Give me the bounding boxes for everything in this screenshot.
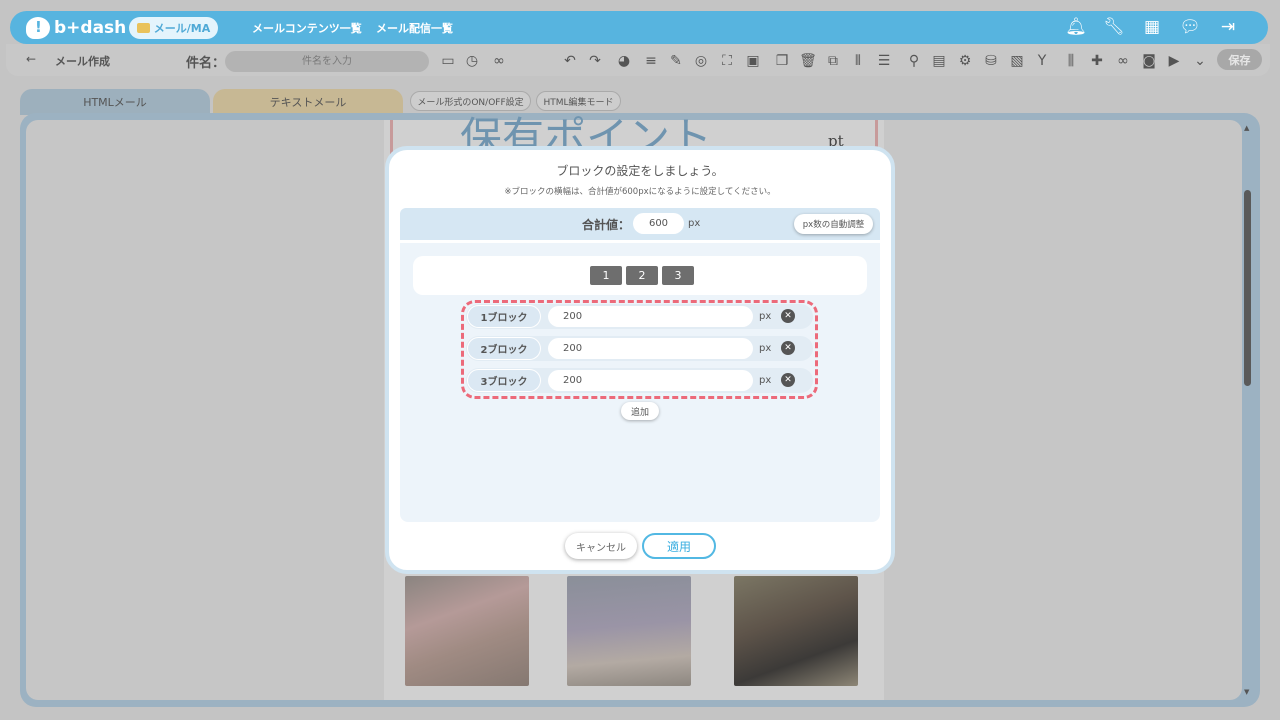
branch-icon[interactable]: Y xyxy=(1032,51,1052,71)
back-arrow-icon[interactable]: ← xyxy=(26,52,36,66)
undo-icon[interactable]: ↶ xyxy=(560,51,580,71)
grid-icon[interactable]: ▦ xyxy=(1140,15,1164,39)
text-align-icon[interactable]: ≡ xyxy=(641,51,661,71)
bell-icon[interactable]: 🔔︎ xyxy=(1064,15,1088,39)
tab-text-mail[interactable]: テキストメール xyxy=(213,89,403,115)
block-highlight-outline xyxy=(461,300,818,399)
schedule-icon[interactable]: ◷ xyxy=(462,51,482,71)
hyperlink-icon[interactable]: ⚲ xyxy=(904,51,924,71)
nav-mail-content-list[interactable]: メールコンテンツ一覧 xyxy=(252,20,362,36)
envelope-icon xyxy=(136,23,150,33)
save-button[interactable]: 保存 xyxy=(1217,49,1262,70)
subject-input[interactable] xyxy=(225,51,429,72)
total-unit: px xyxy=(688,218,701,229)
nav-mail-delivery-list[interactable]: メール配信一覧 xyxy=(376,20,453,36)
settings-icon[interactable]: ⚙ xyxy=(955,51,975,71)
barcode-icon[interactable]: ⫼ xyxy=(1061,51,1081,71)
mail-photo-2 xyxy=(567,576,691,686)
subject-label: 件名： xyxy=(186,56,226,71)
rows-icon[interactable]: ☰ xyxy=(874,51,894,71)
copy-icon[interactable]: ❐ xyxy=(772,51,792,71)
modal-note: ※ブロックの横幅は、合計値が600pxになるように設定してください。 xyxy=(504,187,776,197)
add-block-icon[interactable]: ✚ xyxy=(1087,51,1107,71)
chevron-down-icon[interactable]: ⌄ xyxy=(1190,51,1210,71)
mail-photo-3 xyxy=(734,576,858,686)
auto-adjust-button[interactable]: px数の自動調整 xyxy=(794,214,873,234)
calendar-icon[interactable]: ▤ xyxy=(929,51,949,71)
scroll-down-icon[interactable]: ▼ xyxy=(1244,688,1249,696)
block-count-1-button[interactable]: 1 xyxy=(590,266,622,285)
wrench-icon[interactable]: 🔧︎ xyxy=(1102,15,1126,39)
nav-mail-ma[interactable]: メール/MA xyxy=(129,17,218,39)
block-count-2-button[interactable]: 2 xyxy=(626,266,658,285)
link-icon[interactable]: ∞ xyxy=(489,51,509,71)
trash-icon[interactable]: 🗑︎ xyxy=(798,51,818,71)
apply-button[interactable]: 適用 xyxy=(642,533,716,559)
preview-icon[interactable]: ▭ xyxy=(438,51,458,71)
columns-icon[interactable]: ⫴ xyxy=(848,51,868,71)
top-icon-group: 🔔︎ 🔧︎ ▦ 💬︎ ⇥ xyxy=(1064,15,1240,39)
tab-html-mail[interactable]: HTMLメール xyxy=(20,89,210,115)
pen-icon[interactable]: ✎ xyxy=(666,51,686,71)
mail-photo-1 xyxy=(405,576,529,686)
target-icon[interactable]: ◎ xyxy=(691,51,711,71)
chain-icon[interactable]: ∞ xyxy=(1113,51,1133,71)
total-input[interactable] xyxy=(633,213,684,234)
video-icon[interactable]: ▶ xyxy=(1164,51,1184,71)
nav-mail-ma-label: メール/MA xyxy=(153,22,211,35)
redo-icon[interactable]: ↷ xyxy=(585,51,605,71)
cancel-button[interactable]: キャンセル xyxy=(565,533,637,559)
palette-icon[interactable]: ◕ xyxy=(614,51,634,71)
block-count-3-button[interactable]: 3 xyxy=(662,266,694,285)
fullscreen-icon[interactable]: ⛶ xyxy=(717,51,737,71)
modal-title: ブロックの設定をしましょう。 xyxy=(556,164,724,178)
duplicate-icon[interactable]: ⧉ xyxy=(823,51,843,71)
total-label: 合計値： xyxy=(582,218,631,232)
add-block-button[interactable]: 追加 xyxy=(621,402,659,420)
database-icon[interactable]: ⛁ xyxy=(981,51,1001,71)
image-icon[interactable]: ▣ xyxy=(743,51,763,71)
app-logo[interactable]: b+dash xyxy=(26,16,126,40)
scroll-up-icon[interactable]: ▲ xyxy=(1244,124,1249,132)
contact-icon[interactable]: ◙ xyxy=(1139,51,1159,71)
chat-icon[interactable]: 💬︎ xyxy=(1178,15,1202,39)
logout-icon[interactable]: ⇥ xyxy=(1216,15,1240,39)
logo-text: b+dash xyxy=(54,18,127,38)
logo-mark-icon xyxy=(26,17,50,39)
vertical-scrollbar[interactable] xyxy=(1244,190,1251,386)
form-icon[interactable]: ▧ xyxy=(1007,51,1027,71)
page-title: メール作成 xyxy=(55,55,110,68)
